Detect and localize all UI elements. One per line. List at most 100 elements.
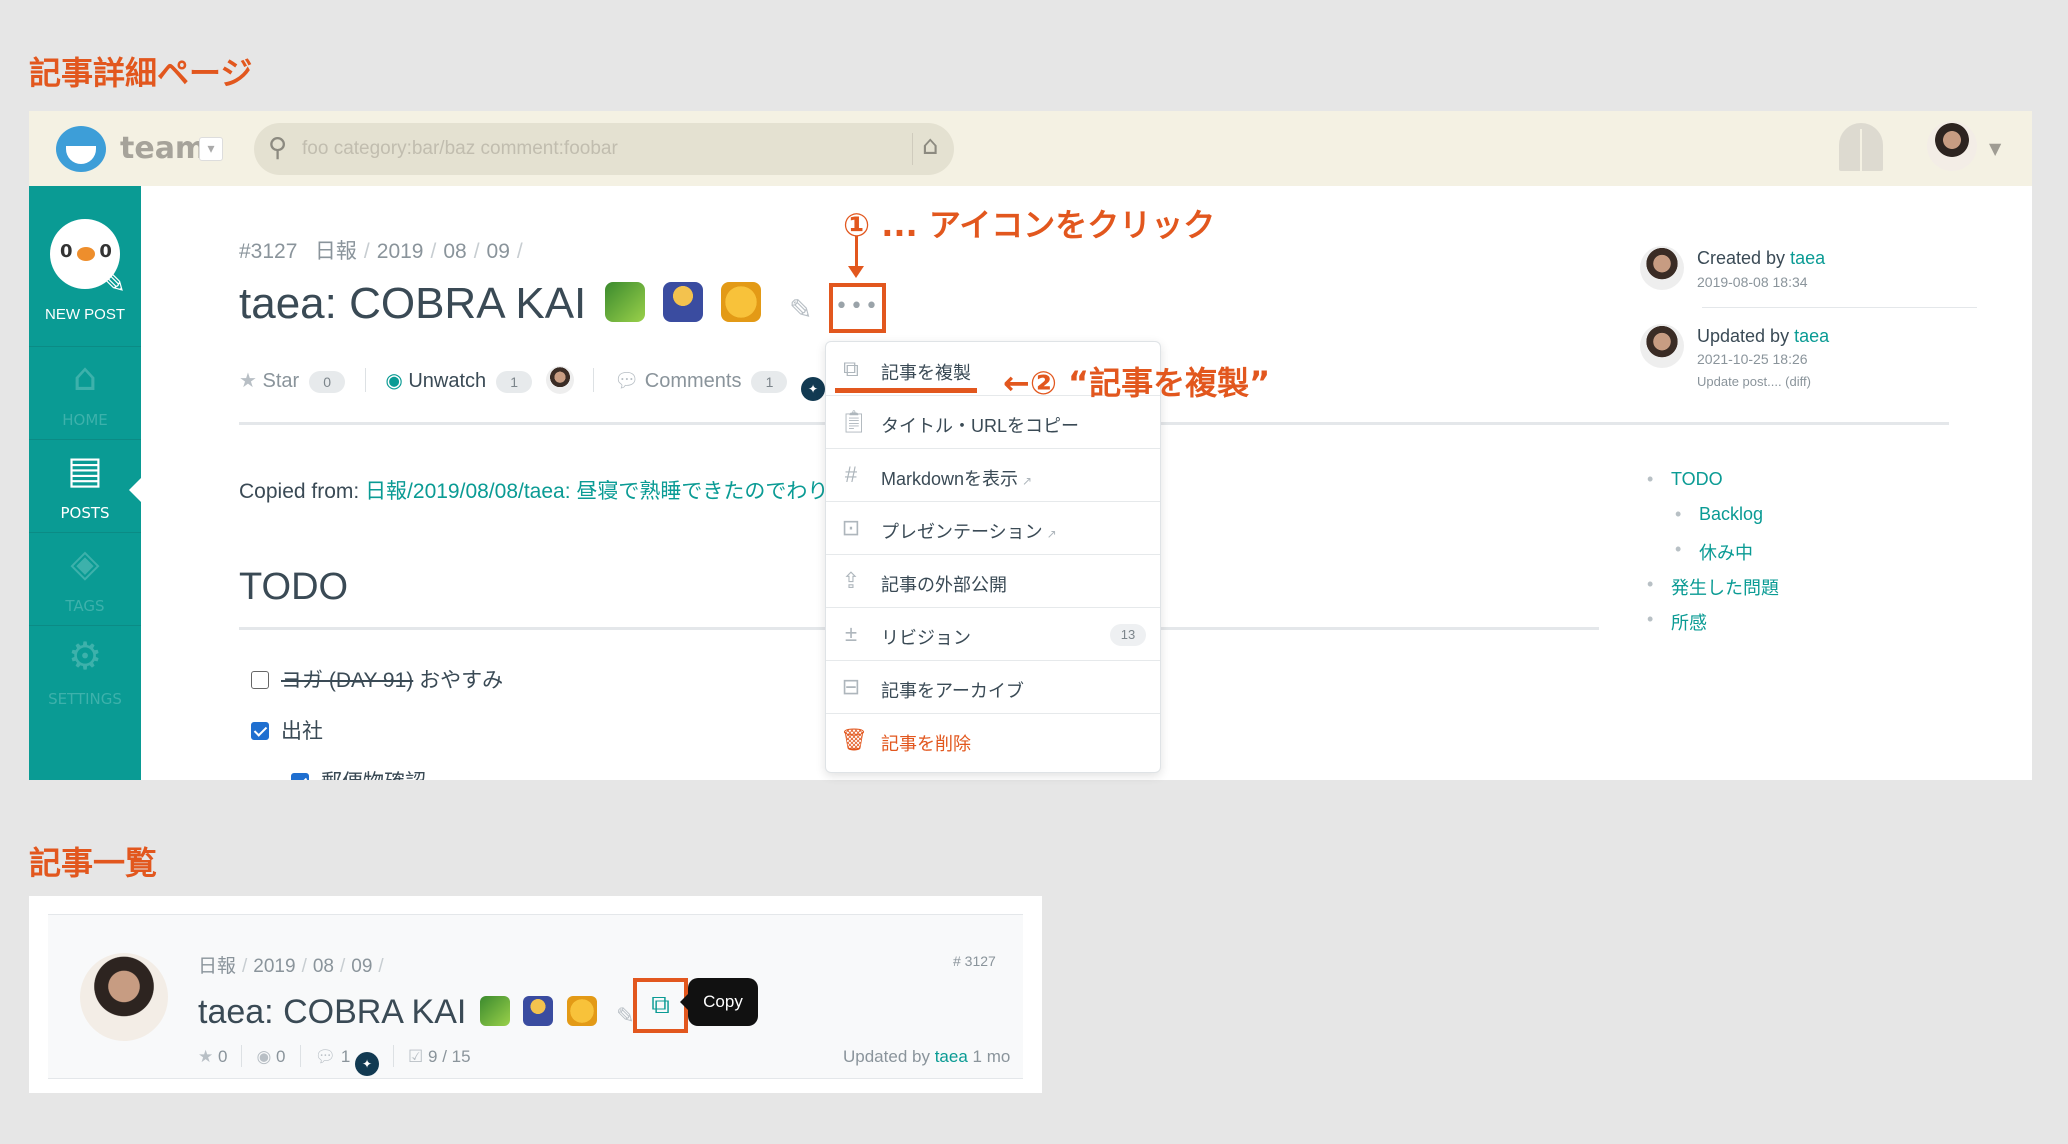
more-actions-button[interactable]: •••: [829, 283, 886, 333]
toc-item[interactable]: Backlog: [1675, 504, 1763, 525]
updated-by-label: Updated by: [843, 1047, 930, 1066]
toc-item[interactable]: 休み中: [1675, 539, 1753, 565]
toc-item[interactable]: TODO: [1647, 469, 1723, 490]
author-avatar[interactable]: [80, 953, 168, 1041]
unwatch-button[interactable]: ◉ Unwatch 1: [385, 370, 533, 393]
avatar-chevron-down-icon[interactable]: ▼: [1989, 139, 2001, 158]
book-icon[interactable]: [1839, 123, 1883, 171]
breadcrumb: #3127 日報/2019/08/09/: [239, 240, 523, 263]
post-meta-row: ★ Star 0 ◉ Unwatch 1 💬︎ Comments 1 ✦: [239, 366, 826, 401]
list-item-title-text: taea: COBRA KAI: [198, 993, 467, 1031]
gear-icon: ⚙: [67, 634, 103, 678]
menu-item-archive[interactable]: ⊟ 記事をアーカイブ: [826, 662, 1160, 714]
document-icon: ▤: [67, 448, 103, 492]
list-item-title[interactable]: taea: COBRA KAI ✎: [198, 993, 635, 1032]
breadcrumb-item[interactable]: 08: [443, 240, 466, 263]
task-text: 出社: [281, 720, 323, 743]
menu-item-revisions[interactable]: ± リビジョン 13: [826, 609, 1160, 661]
menu-item-copy-title-url[interactable]: 📋︎ タイトル・URLをコピー: [826, 397, 1160, 449]
sidebar-item-label: HOME: [62, 411, 108, 429]
update-note-link[interactable]: Update post.... (diff): [1697, 374, 1811, 389]
menu-item-label: 記事をアーカイブ: [881, 681, 1024, 701]
todo-heading: TODO: [239, 566, 349, 608]
updated-by: Updated by taea: [1697, 326, 1829, 347]
watcher-avatar[interactable]: [545, 366, 574, 394]
toc-item[interactable]: 発生した問題: [1647, 574, 1779, 600]
search-icon: ⚲: [268, 133, 288, 163]
breadcrumb-item[interactable]: 2019: [253, 956, 295, 977]
breadcrumb-item[interactable]: 08: [313, 956, 334, 977]
comments-button[interactable]: 💬︎ Comments 1: [613, 370, 788, 393]
watch-stat[interactable]: ◉ 0: [256, 1047, 285, 1067]
sidebar: 0 0 ✎ NEW POST ⌂ HOME ▤ POSTS ◈ TAGS ⚙ S…: [29, 186, 143, 780]
sidebar-item-posts[interactable]: ▤ POSTS: [29, 439, 141, 532]
updated-ago: 1 mo: [972, 1047, 1011, 1066]
menu-item-share-external[interactable]: ⇪ 記事の外部公開: [826, 556, 1160, 608]
sidebar-item-label: POSTS: [60, 504, 110, 522]
list-section-title: 記事一覧: [29, 844, 158, 882]
comments-icon: 💬︎: [314, 1047, 337, 1066]
menu-item-delete[interactable]: 🗑︎ 記事を削除: [826, 715, 1160, 767]
toc-item[interactable]: 所感: [1647, 609, 1707, 635]
eye-icon: ◉: [256, 1047, 272, 1066]
advanced-search-icon[interactable]: ⌂: [922, 131, 939, 161]
task-text: 郵便物確認: [321, 771, 426, 780]
task-checkbox[interactable]: [251, 722, 269, 740]
comment-stat[interactable]: 💬︎ 1 ✦: [315, 1047, 380, 1076]
breadcrumb-item[interactable]: 2019: [377, 240, 424, 263]
breadcrumb-item[interactable]: 09: [487, 240, 510, 263]
menu-item-markdown[interactable]: # Markdownを表示 ↗: [826, 450, 1160, 502]
creator-avatar[interactable]: [1640, 246, 1684, 290]
star-stat[interactable]: ★ 0: [198, 1047, 227, 1067]
task-checkbox[interactable]: [251, 671, 269, 689]
watch-count: 0: [276, 1047, 286, 1066]
created-by-user[interactable]: taea: [1790, 248, 1825, 268]
chevron-down-icon[interactable]: ▾: [199, 137, 223, 161]
page-title: taea: COBRA KAI: [239, 279, 761, 329]
breadcrumb-item[interactable]: 09: [351, 956, 372, 977]
task-item: 出社: [251, 715, 323, 745]
menu-item-presentation[interactable]: ⊡ プレゼンテーション ↗: [826, 503, 1160, 555]
sidebar-item-tags[interactable]: ◈ TAGS: [29, 532, 141, 625]
highlight-underline: [835, 388, 977, 393]
star-button[interactable]: ★ Star 0: [239, 370, 346, 393]
comments-label: Comments: [644, 370, 742, 392]
sidebar-item-home[interactable]: ⌂ HOME: [29, 346, 141, 439]
team-name[interactable]: team: [120, 131, 206, 166]
esa-logo-icon[interactable]: [56, 126, 106, 172]
revision-icon: ±: [844, 621, 858, 646]
updated-by-user[interactable]: taea: [935, 1047, 968, 1066]
edit-pencil-icon[interactable]: ✎: [789, 293, 812, 326]
sidebar-item-label: SETTINGS: [48, 690, 122, 708]
fist-emoji-icon: [720, 282, 761, 322]
checkbox-icon: ☑: [408, 1047, 424, 1066]
updater-avatar[interactable]: [1640, 324, 1684, 368]
updated-by-user[interactable]: taea: [1794, 326, 1829, 346]
task-checkbox[interactable]: [291, 773, 309, 780]
created-at: 2019-08-08 18:34: [1697, 274, 1808, 290]
new-post-label[interactable]: NEW POST: [29, 306, 141, 323]
commenter-avatar[interactable]: ✦: [801, 377, 826, 401]
list-item[interactable]: 日報/2019/08/09/ taea: COBRA KAI ✎ ⧉ Copy …: [48, 914, 1023, 1079]
search-bar[interactable]: ⚲ ⌂: [254, 123, 954, 175]
menu-item-label-text: Markdownを表示: [881, 469, 1019, 489]
copied-from: Copied from: 日報/2019/08/08/taea: 昼寝で熟睡でき…: [239, 475, 828, 505]
edit-pencil-icon[interactable]: ✎: [616, 1003, 634, 1028]
detail-section-title: 記事詳細ページ: [29, 54, 253, 92]
breadcrumb-item[interactable]: 日報: [315, 240, 357, 263]
commenter-avatar: ✦: [355, 1052, 380, 1076]
new-post-face-nose: [77, 247, 95, 261]
comments-icon: 💬︎: [613, 370, 640, 392]
menu-item-label: 記事を削除: [881, 734, 971, 754]
post-list: 日報/2019/08/09/ taea: COBRA KAI ✎ ⧉ Copy …: [29, 896, 1042, 1093]
copied-from-link[interactable]: 日報/2019/08/08/taea: 昼寝で熟睡できたのでわり: [365, 480, 828, 503]
star-icon: ★: [198, 1047, 214, 1066]
watch-count: 1: [496, 371, 533, 393]
sidebar-item-settings[interactable]: ⚙ SETTINGS: [29, 625, 141, 718]
search-input[interactable]: [302, 135, 872, 163]
task-stat: ☑ 9 / 15: [408, 1047, 471, 1067]
user-avatar[interactable]: [1927, 121, 1977, 171]
post-number: # 3127: [953, 953, 996, 969]
annotation-step2: ←② “記事を複製”: [1003, 364, 1271, 402]
breadcrumb-item[interactable]: 日報: [198, 956, 236, 977]
